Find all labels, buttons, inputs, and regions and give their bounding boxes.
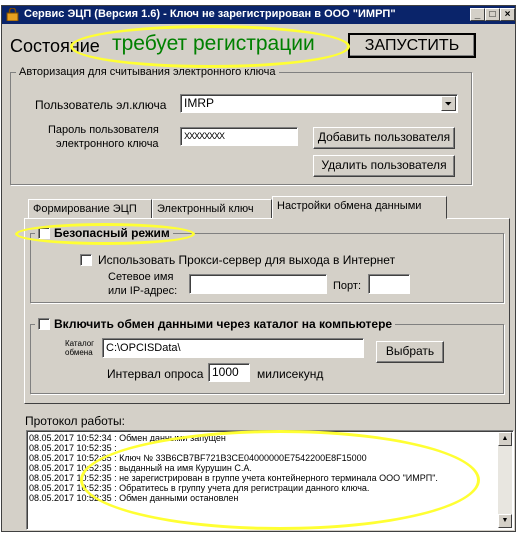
log-scrollbar[interactable]: ▲ ▼ [498, 432, 512, 528]
log-line: 08.05.2017 10:52:35 : Ключ № 33B6CB7BF72… [29, 453, 367, 463]
user-select[interactable]: IMRP [180, 94, 458, 113]
log-line: 08.05.2017 10:52:35 : Обмен данными оста… [29, 493, 239, 503]
log-area[interactable]: 08.05.2017 10:52:34 : Обмен данными запу… [26, 430, 514, 530]
status-label: Состояние [10, 36, 100, 56]
close-button[interactable]: × [500, 8, 515, 21]
interval-unit: милисекунд [257, 367, 324, 381]
catalog-label-line1: Каталог [65, 339, 95, 348]
catalog-input[interactable]: C:\OPCISData\ [102, 338, 364, 358]
safe-mode-checkbox[interactable] [38, 227, 50, 239]
minimize-button[interactable]: _ [470, 8, 485, 21]
host-label-line2: или IP-адрес: [108, 285, 178, 297]
start-button[interactable]: ЗАПУСТИТЬ [348, 33, 476, 58]
auth-group-title: Авторизация для считывания электронного … [16, 66, 279, 78]
log-line: 08.05.2017 10:52:34 : Обмен данными запу… [29, 433, 226, 443]
log-line: 08.05.2017 10:52:35 : не зарегистрирован… [29, 473, 438, 483]
window-title: Сервис ЭЦП (Версия 1.6) - Ключ не зареги… [24, 8, 396, 20]
maximize-button[interactable]: □ [485, 8, 500, 21]
scroll-up-icon[interactable]: ▲ [498, 432, 512, 446]
lock-icon [6, 8, 19, 21]
status-value: требует регистрации [112, 32, 315, 55]
tab-electronic-key[interactable]: Электронный ключ [152, 199, 272, 219]
tab-ecp-formation[interactable]: Формирование ЭЦП [28, 199, 152, 219]
delete-user-button[interactable]: Удалить пользователя [313, 155, 455, 177]
interval-input[interactable]: 1000 [208, 363, 250, 382]
log-line: 08.05.2017 10:52:35 : [29, 443, 117, 453]
safe-mode-title: Безопасный режим [35, 226, 173, 240]
password-label-line1: Пароль пользователя [48, 124, 159, 136]
user-select-value: IMRP [184, 96, 214, 110]
log-line: 08.05.2017 10:52:35 : Обратитесь в групп… [29, 483, 370, 493]
password-input[interactable]: XXXXXXXX [180, 127, 298, 146]
catalog-exchange-label[interactable]: Включить обмен данными через каталог на … [54, 317, 392, 331]
user-label: Пользователь эл.ключа [35, 98, 167, 112]
safe-mode-label[interactable]: Безопасный режим [54, 226, 170, 240]
title-bar[interactable]: Сервис ЭЦП (Версия 1.6) - Ключ не зареги… [2, 6, 515, 24]
app-window: Сервис ЭЦП (Версия 1.6) - Ключ не зареги… [1, 5, 516, 532]
port-input[interactable] [368, 274, 410, 294]
scroll-down-icon[interactable]: ▼ [498, 514, 512, 528]
catalog-group-title: Включить обмен данными через каталог на … [35, 317, 396, 331]
port-label: Порт: [333, 280, 361, 292]
proxy-label[interactable]: Использовать Прокси-сервер для выхода в … [98, 253, 395, 267]
catalog-exchange-checkbox[interactable] [38, 318, 50, 330]
add-user-button[interactable]: Добавить пользователя [313, 127, 455, 149]
catalog-label-line2: обмена [65, 348, 93, 357]
tab-exchange-settings[interactable]: Настройки обмена данными [272, 196, 447, 219]
browse-button[interactable]: Выбрать [376, 341, 444, 363]
host-input[interactable] [189, 274, 327, 294]
password-label-line2: электронного ключа [56, 138, 159, 150]
chevron-down-icon[interactable] [441, 96, 456, 111]
proxy-checkbox[interactable] [80, 254, 92, 266]
host-label-line1: Сетевое имя [108, 271, 174, 283]
interval-label: Интервал опроса [107, 367, 204, 381]
log-label: Протокол работы: [25, 414, 125, 428]
log-line: 08.05.2017 10:52:35 : выданный на имя Ку… [29, 463, 252, 473]
